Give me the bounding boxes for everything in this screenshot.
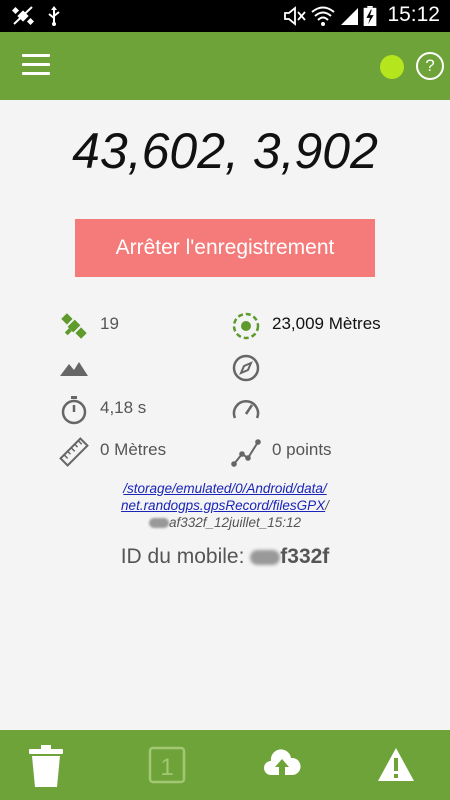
file-path-separator: /	[325, 498, 329, 513]
trash-icon	[29, 745, 63, 787]
compass-icon	[232, 354, 260, 382]
redacted-blur	[250, 549, 281, 565]
satellites-value: 19	[100, 314, 119, 333]
satellite-off-icon	[12, 6, 34, 26]
ruler-icon	[59, 437, 89, 467]
file-name: af332f_12juillet_15:12	[168, 515, 302, 530]
accuracy-value: 23,009 Mètres	[272, 314, 381, 333]
file-path-link-line2[interactable]: net.randogps.gpsRecord/filesGPX	[121, 498, 325, 513]
distance-value: 0 Mètres	[100, 440, 167, 459]
signal-icon	[341, 8, 358, 25]
upload-button[interactable]	[250, 730, 310, 800]
usb-icon	[48, 6, 60, 26]
device-id-label: ID du mobile:	[120, 545, 245, 568]
cloud-upload-icon	[264, 749, 301, 775]
track-points-icon	[231, 439, 261, 467]
counter-icon: 1	[148, 746, 186, 784]
mute-icon	[284, 6, 306, 26]
help-button[interactable]: ?	[416, 52, 444, 80]
speedometer-icon	[232, 400, 260, 419]
battery-charging-icon	[363, 6, 377, 26]
coordinates-display: 43,602, 3,902	[72, 123, 378, 179]
warning-button[interactable]	[364, 730, 424, 800]
gps-status-indicator	[380, 55, 404, 79]
file-path-link-line1[interactable]: /storage/emulated/0/Android/data/	[123, 481, 326, 496]
stopwatch-icon	[61, 396, 87, 425]
device-id: ID du mobile: f332f	[0, 545, 450, 569]
warning-icon	[378, 748, 414, 781]
app-bar: ?	[0, 32, 450, 100]
status-time: 15:12	[387, 3, 440, 26]
stop-recording-button[interactable]: Arrêter l'enregistrement	[75, 219, 375, 277]
gpx-file-path: /storage/emulated/0/Android/data/ net.ra…	[0, 480, 450, 531]
wifi-icon	[311, 6, 335, 26]
points-value: 0 points	[272, 440, 332, 459]
device-id-value: f332f	[280, 545, 330, 568]
satellite-icon	[61, 313, 87, 339]
counter-button[interactable]: 1	[136, 730, 196, 800]
gps-accuracy-icon	[232, 312, 260, 340]
interval-value: 4,18 s	[100, 398, 147, 417]
hamburger-menu-icon[interactable]	[22, 54, 50, 78]
bottom-toolbar: 1	[0, 730, 450, 800]
mountain-icon	[60, 362, 88, 376]
status-bar: 15:12	[0, 0, 450, 32]
counter-value: 1	[160, 754, 173, 781]
delete-button[interactable]	[16, 730, 76, 800]
redacted-blur	[148, 518, 169, 529]
